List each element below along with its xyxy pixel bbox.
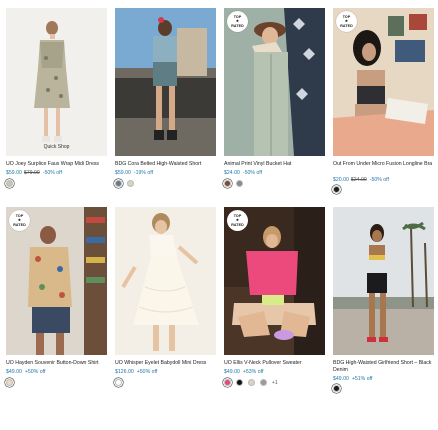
color-swatches: [115, 379, 122, 386]
product-name[interactable]: UO Whisper Eyelet Babydoll Mini Dress: [115, 360, 216, 367]
sale-price: $20.00: [333, 177, 349, 183]
color-swatch[interactable]: [333, 385, 340, 392]
product-name[interactable]: UO Hayden Souvenir Button-Down Shirt: [6, 360, 107, 367]
product-price: $49.00 +51% off: [333, 376, 372, 382]
color-swatch[interactable]: [115, 180, 122, 187]
color-swatch[interactable]: [248, 379, 255, 386]
top-rated-badge: TOP ★ RATED: [227, 11, 248, 32]
original-price: $24.00: [350, 177, 367, 183]
product-price: $24.00 -50% off: [224, 170, 262, 176]
color-swatch[interactable]: [236, 180, 243, 187]
sale-price: $59.00: [115, 170, 131, 176]
product-name[interactable]: UO Joey Surplice Faux Wrap Midi Dress: [6, 161, 107, 168]
product-image[interactable]: TOP ★ RATED: [333, 8, 434, 156]
product-price: $49.00 +50% off: [6, 369, 45, 375]
product-image[interactable]: [115, 8, 216, 156]
product-price: $49.00 +53% off: [224, 369, 263, 375]
discount-label: -50% off: [369, 177, 389, 183]
product-image[interactable]: TOP ★ RATED: [224, 207, 325, 355]
discount-label: +50% off: [24, 369, 46, 375]
color-swatches: [333, 385, 340, 392]
product-image[interactable]: Quick Shop: [6, 8, 107, 156]
product-price: $59.00 $79.00 -50% off: [6, 170, 62, 176]
color-swatches: [115, 180, 134, 187]
quick-shop-button[interactable]: Quick Shop: [6, 144, 107, 150]
color-swatch[interactable]: [6, 180, 13, 187]
product-price: $59.00 -19% off: [115, 170, 153, 176]
product-price: $126.00 +50% off: [115, 369, 157, 375]
discount-label: -50% off: [242, 170, 263, 176]
product-price: $20.00 $24.00 -50% off: [333, 177, 389, 183]
sale-price: $49.00: [333, 376, 349, 382]
product-name[interactable]: Animal Print Vinyl Bucket Hat: [224, 161, 325, 168]
sale-price: $49.00: [6, 369, 22, 375]
color-swatch[interactable]: [236, 379, 243, 386]
more-colors-link[interactable]: +1: [272, 380, 278, 386]
product-name[interactable]: BDG High-Waisted Girlfriend Short – Blac…: [333, 360, 434, 373]
top-rated-badge: TOP ★ RATED: [9, 210, 30, 231]
discount-label: +50% off: [136, 369, 158, 375]
color-swatches: [333, 186, 340, 193]
product-name[interactable]: Out From Under Micro Fusion Longline Bra: [333, 161, 434, 168]
sale-price: $49.00: [224, 369, 240, 375]
product-name[interactable]: BDG Cora Belted High-Waisted Short: [115, 161, 216, 168]
color-swatches: [6, 379, 13, 386]
discount-label: +53% off: [242, 369, 264, 375]
color-swatches: [224, 180, 243, 187]
color-swatch[interactable]: [115, 379, 122, 386]
watermark-text: www.heritagechristiancollege.com: [186, 200, 292, 207]
sale-price: $126.00: [115, 369, 134, 375]
top-rated-badge: TOP ★ RATED: [336, 11, 357, 32]
color-swatch[interactable]: [6, 379, 13, 386]
product-image[interactable]: [333, 207, 434, 355]
product-image[interactable]: [115, 207, 216, 355]
product-grid: Quick Shop UO Joey Surplice Faux Wrap Mi…: [0, 0, 438, 430]
color-swatches: [6, 180, 13, 187]
color-swatches: +1: [224, 379, 278, 386]
color-swatch[interactable]: [224, 379, 231, 386]
discount-label: +51% off: [351, 376, 373, 382]
color-swatch[interactable]: [224, 180, 231, 187]
product-name[interactable]: UO Ellis V-Neck Pullover Sweater: [224, 360, 325, 367]
original-price: $79.00: [23, 170, 40, 176]
sale-price: $59.00: [6, 170, 22, 176]
discount-label: -50% off: [42, 170, 62, 176]
discount-label: -19% off: [133, 170, 154, 176]
product-image[interactable]: TOP ★ RATED: [224, 8, 325, 156]
color-swatch[interactable]: [333, 186, 340, 193]
color-swatch[interactable]: [127, 180, 134, 187]
color-swatch[interactable]: [260, 379, 267, 386]
sale-price: $24.00: [224, 170, 240, 176]
product-image[interactable]: TOP ★ RATED: [6, 207, 107, 355]
